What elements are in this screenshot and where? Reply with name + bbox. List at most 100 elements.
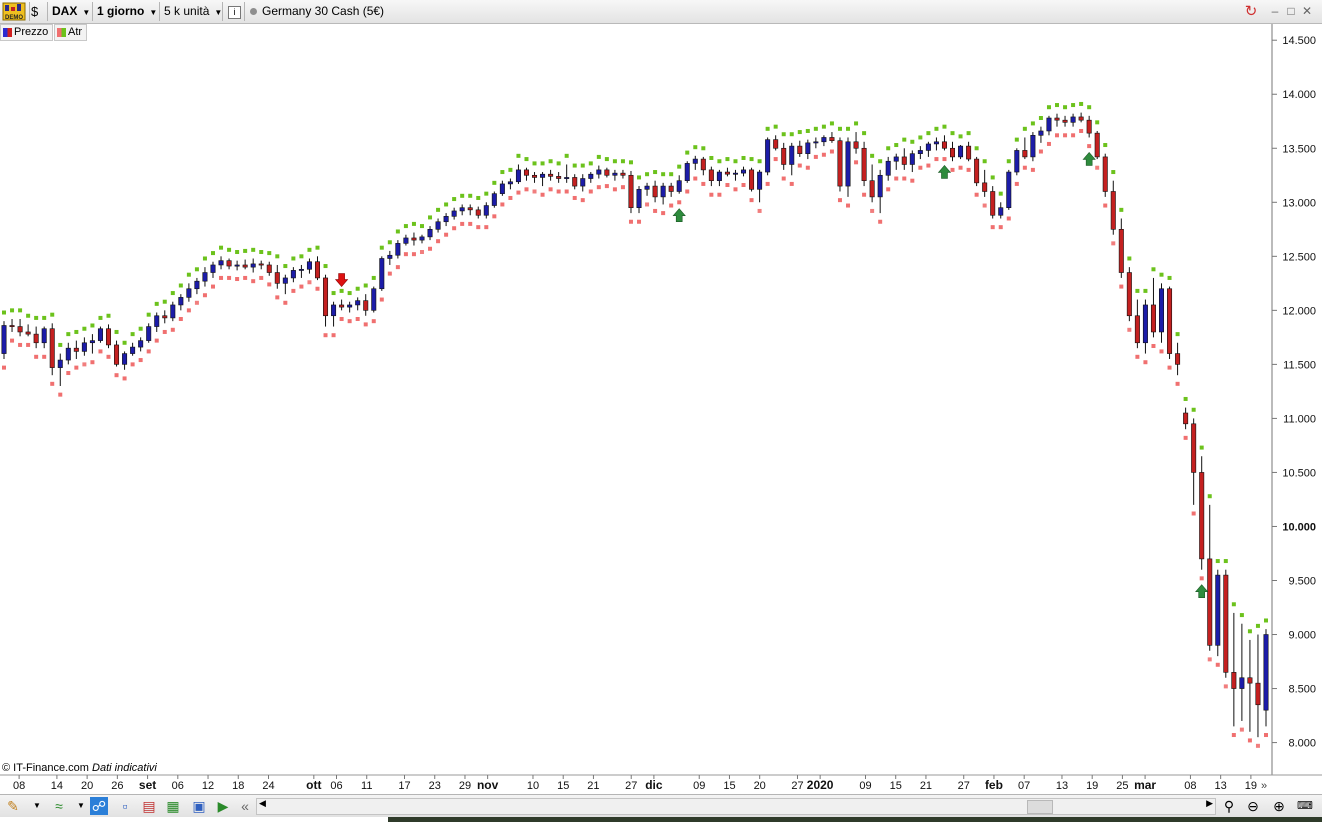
candle-body[interactable] <box>1102 156 1108 192</box>
minimize-icon[interactable]: – <box>1268 0 1282 23</box>
candle-body[interactable] <box>1078 116 1084 121</box>
candle-body[interactable] <box>797 145 803 154</box>
zoom-out-icon[interactable]: ⊖ <box>1244 797 1262 815</box>
candle-body[interactable] <box>467 207 473 211</box>
candle-body[interactable] <box>1062 119 1068 123</box>
candle-body[interactable] <box>1094 132 1100 158</box>
maximize-icon[interactable]: □ <box>1284 0 1298 23</box>
candle-body[interactable] <box>314 261 320 279</box>
candle-body[interactable] <box>427 229 433 238</box>
candle-body[interactable] <box>757 171 763 190</box>
refresh-icon[interactable]: ↻ <box>1242 0 1260 23</box>
candle-body[interactable] <box>65 347 71 361</box>
candle-body[interactable] <box>1183 412 1189 425</box>
candle-body[interactable] <box>1263 634 1269 711</box>
candle-body[interactable] <box>901 156 907 165</box>
candle-body[interactable] <box>17 326 23 333</box>
candle-body[interactable] <box>491 193 497 206</box>
candle-body[interactable] <box>869 180 875 198</box>
candle-body[interactable] <box>419 236 425 241</box>
candle-body[interactable] <box>765 139 771 173</box>
candle-body[interactable] <box>684 163 690 181</box>
candle-body[interactable] <box>226 260 232 267</box>
candle-body[interactable] <box>323 277 329 317</box>
candle-body[interactable] <box>1006 171 1012 208</box>
trade-icon[interactable]: ▶ <box>214 797 232 815</box>
close-icon[interactable]: ✕ <box>1300 0 1314 23</box>
candle-body[interactable] <box>403 237 409 244</box>
draw-tool-icon[interactable]: ✎ <box>4 797 22 815</box>
candle-body[interactable] <box>73 347 79 352</box>
candle-body[interactable] <box>379 258 385 290</box>
candle-body[interactable] <box>1255 682 1261 706</box>
chevron-down-icon[interactable]: ▼ <box>28 797 46 815</box>
candle-body[interactable] <box>716 171 722 181</box>
candle-body[interactable] <box>885 160 891 176</box>
candle-body[interactable] <box>933 141 939 145</box>
candle-body[interactable] <box>1118 229 1124 273</box>
candle-body[interactable] <box>974 158 980 184</box>
candle-body[interactable] <box>708 169 714 181</box>
keyboard-icon[interactable]: ⌨ <box>1296 797 1314 815</box>
candle-body[interactable] <box>1070 116 1076 123</box>
candle-body[interactable] <box>773 139 779 149</box>
candle-body[interactable] <box>789 145 795 165</box>
candle-body[interactable] <box>1046 117 1052 132</box>
candle-body[interactable] <box>499 183 505 194</box>
candle-body[interactable] <box>507 181 513 185</box>
candle-body[interactable] <box>1022 150 1028 158</box>
calendar-icon[interactable]: ▤ <box>140 797 158 815</box>
scroll-right-double-icon[interactable]: » <box>1261 780 1267 792</box>
candle-body[interactable] <box>1030 134 1036 158</box>
candle-body[interactable] <box>411 237 417 241</box>
candle-body[interactable] <box>1231 672 1237 689</box>
candle-body[interactable] <box>274 272 280 284</box>
candle-body[interactable] <box>9 325 15 327</box>
candle-body[interactable] <box>612 172 618 176</box>
candle-body[interactable] <box>387 254 393 259</box>
scrollbar-thumb[interactable] <box>1027 800 1053 814</box>
candle-body[interactable] <box>81 342 87 352</box>
candle-body[interactable] <box>242 264 248 268</box>
candle-body[interactable] <box>1150 304 1156 333</box>
candle-body[interactable] <box>1134 315 1140 344</box>
candle-body[interactable] <box>1054 117 1060 121</box>
zoom-in-icon[interactable]: ⊕ <box>1270 797 1288 815</box>
comment-icon[interactable]: ▫ <box>116 797 134 815</box>
candle-body[interactable] <box>1126 272 1132 317</box>
candle-body[interactable] <box>298 268 304 271</box>
candle-body[interactable] <box>218 260 224 266</box>
candle-body[interactable] <box>950 147 956 158</box>
candle-body[interactable] <box>523 169 529 176</box>
candle-body[interactable] <box>676 180 682 192</box>
candle-body[interactable] <box>628 174 634 208</box>
candle-body[interactable] <box>459 207 465 212</box>
candle-body[interactable] <box>540 173 546 178</box>
candle-body[interactable] <box>966 145 972 160</box>
candle-body[interactable] <box>435 221 441 230</box>
candle-body[interactable] <box>909 153 915 165</box>
candle-body[interactable] <box>1191 423 1197 473</box>
candle-body[interactable] <box>130 346 136 354</box>
candle-body[interactable] <box>395 243 401 256</box>
candle-body[interactable] <box>1247 677 1253 684</box>
candle-body[interactable] <box>371 288 377 311</box>
candle-body[interactable] <box>741 169 747 174</box>
candle-body[interactable] <box>451 210 457 217</box>
legend-item-prezzo[interactable]: Prezzo <box>0 24 54 41</box>
candle-body[interactable] <box>982 182 988 192</box>
candle-body[interactable] <box>25 331 31 335</box>
candle-body[interactable] <box>556 176 562 179</box>
symbol-select[interactable]: DAX ▼ <box>52 0 90 23</box>
candle-body[interactable] <box>122 353 128 365</box>
timeframe-select[interactable]: 1 giorno ▼ <box>97 0 157 23</box>
candle-body[interactable] <box>363 300 369 311</box>
candle-body[interactable] <box>355 300 361 306</box>
candle-body[interactable] <box>1 325 7 354</box>
candle-body[interactable] <box>853 141 859 149</box>
candle-body[interactable] <box>114 344 120 365</box>
candle-body[interactable] <box>596 169 602 175</box>
candle-body[interactable] <box>290 270 296 279</box>
window-icon[interactable]: ▣ <box>190 797 208 815</box>
candle-body[interactable] <box>620 172 626 176</box>
